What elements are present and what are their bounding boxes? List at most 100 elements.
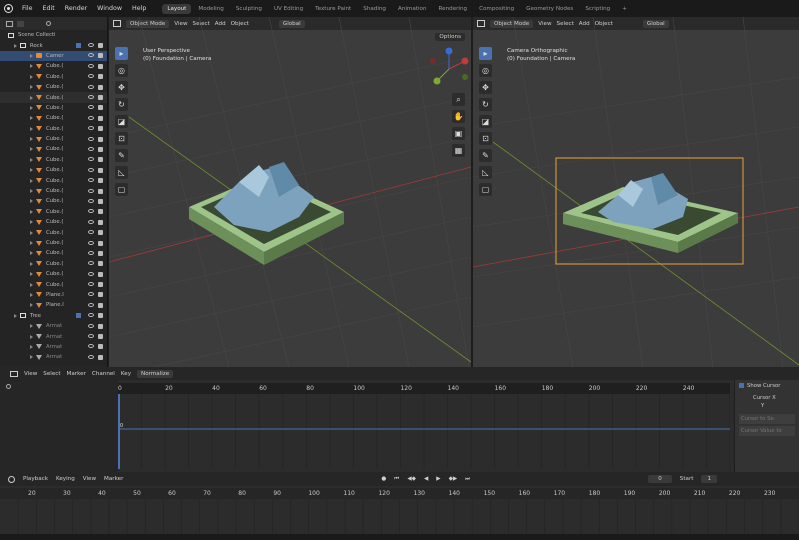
expand-arrow-icon[interactable] bbox=[30, 168, 33, 173]
eye-icon[interactable] bbox=[88, 230, 94, 235]
cursor-tool-icon[interactable]: ◎ bbox=[479, 64, 492, 77]
eye-icon[interactable] bbox=[88, 250, 94, 255]
expand-arrow-icon[interactable] bbox=[30, 303, 33, 308]
tab-scripting[interactable]: Scripting bbox=[580, 4, 615, 14]
eye-icon[interactable] bbox=[88, 95, 94, 100]
eye-icon[interactable] bbox=[88, 198, 94, 203]
render-camera-icon[interactable] bbox=[98, 105, 103, 111]
menu-channel[interactable]: Channel bbox=[92, 371, 115, 377]
expand-arrow-icon[interactable] bbox=[30, 157, 33, 162]
options-dropdown[interactable]: Options bbox=[435, 33, 465, 41]
expand-arrow-icon[interactable] bbox=[14, 43, 17, 48]
annotate-tool-icon[interactable]: ✎ bbox=[115, 149, 128, 162]
tab-layout[interactable]: Layout bbox=[162, 3, 192, 14]
expand-arrow-icon[interactable] bbox=[30, 261, 33, 266]
expand-arrow-icon[interactable] bbox=[30, 272, 33, 277]
rotate-tool-icon[interactable]: ↻ bbox=[115, 98, 128, 111]
cursor-value-button[interactable]: Cursor Value to bbox=[739, 426, 795, 436]
tab-rendering[interactable]: Rendering bbox=[434, 4, 473, 14]
next-key-icon[interactable]: ◆▶ bbox=[449, 476, 458, 482]
eye-icon[interactable] bbox=[88, 157, 94, 162]
eye-icon[interactable] bbox=[88, 188, 94, 193]
diorama-model[interactable] bbox=[563, 173, 738, 253]
tab-shading[interactable]: Shading bbox=[358, 4, 391, 14]
outliner-item-row[interactable]: Armat bbox=[0, 342, 107, 352]
expand-arrow-icon[interactable] bbox=[30, 241, 33, 245]
normalize-toggle[interactable]: Normalize bbox=[137, 369, 174, 378]
timeline[interactable]: 20 30 40 50 60 70 80 90 100 110 120 130 140 150 160 170… bbox=[0, 486, 799, 534]
outliner-item-row[interactable]: Armat bbox=[0, 331, 107, 341]
render-camera-icon[interactable] bbox=[98, 302, 103, 308]
eye-icon[interactable] bbox=[88, 43, 94, 48]
expand-arrow-icon[interactable] bbox=[30, 209, 33, 214]
measure-tool-icon[interactable]: ◺ bbox=[479, 166, 492, 179]
render-camera-icon[interactable] bbox=[98, 84, 103, 90]
eye-icon[interactable] bbox=[88, 74, 94, 79]
camera-view-icon[interactable]: ▣ bbox=[452, 127, 465, 140]
eye-icon[interactable] bbox=[88, 240, 94, 245]
editor-type-icon[interactable] bbox=[8, 475, 15, 483]
render-camera-icon[interactable] bbox=[98, 136, 103, 142]
expand-arrow-icon[interactable] bbox=[30, 105, 33, 110]
render-camera-icon[interactable] bbox=[98, 95, 103, 101]
eye-icon[interactable] bbox=[88, 261, 94, 266]
render-camera-icon[interactable] bbox=[98, 250, 103, 256]
eye-icon[interactable] bbox=[88, 178, 94, 183]
outliner-item-row[interactable]: Cube.( bbox=[0, 279, 107, 289]
collection-tree-row[interactable]: Tree bbox=[0, 311, 107, 321]
transform-tool-icon[interactable]: ⊡ bbox=[115, 132, 128, 145]
prev-key-icon[interactable]: ◀◆ bbox=[407, 476, 416, 482]
editor-type-icon[interactable] bbox=[10, 370, 18, 377]
outliner-item-row[interactable]: Cube.( bbox=[0, 82, 107, 92]
eye-icon[interactable] bbox=[88, 302, 94, 307]
eye-icon[interactable] bbox=[88, 323, 94, 328]
measure-tool-icon[interactable]: ◺ bbox=[115, 166, 128, 179]
pan-hand-icon[interactable]: ✋ bbox=[452, 110, 465, 123]
outliner-item-row[interactable]: Cube.( bbox=[0, 175, 107, 185]
render-camera-icon[interactable] bbox=[98, 271, 103, 277]
grid-icon[interactable]: ▦ bbox=[452, 144, 465, 157]
timeline-ruler[interactable]: 20 30 40 50 60 70 80 90 100 110 120 130 140 150 160 170… bbox=[0, 488, 799, 499]
graph-editor[interactable]: View Select Marker Channel Key Normalize… bbox=[0, 367, 799, 472]
eye-icon[interactable] bbox=[88, 344, 94, 349]
render-camera-icon[interactable] bbox=[98, 63, 103, 69]
render-camera-icon[interactable] bbox=[98, 334, 103, 340]
scale-tool-icon[interactable]: ◪ bbox=[115, 115, 128, 128]
menu-window[interactable]: Window bbox=[93, 5, 126, 12]
render-camera-icon[interactable] bbox=[98, 261, 103, 267]
start-frame-field[interactable]: 1 bbox=[701, 475, 718, 483]
graph-area[interactable] bbox=[118, 394, 730, 469]
jump-end-icon[interactable]: ⏭ bbox=[465, 476, 470, 483]
transform-tool-icon[interactable]: ⊡ bbox=[479, 132, 492, 145]
expand-arrow-icon[interactable] bbox=[30, 199, 33, 204]
expand-arrow-icon[interactable] bbox=[30, 334, 33, 339]
outliner-item-row[interactable]: Plane.l bbox=[0, 290, 107, 300]
eye-icon[interactable] bbox=[88, 313, 94, 318]
render-camera-icon[interactable] bbox=[98, 188, 103, 194]
play-icon[interactable]: ▶ bbox=[436, 476, 440, 482]
jump-start-icon[interactable]: ⏮ bbox=[394, 476, 399, 483]
outliner-item-row[interactable]: Plane.l bbox=[0, 300, 107, 310]
outliner-item-row[interactable]: Cube.( bbox=[0, 259, 107, 269]
menu-help[interactable]: Help bbox=[128, 5, 150, 12]
outliner-item-row[interactable]: Cube.( bbox=[0, 72, 107, 82]
diorama-model[interactable] bbox=[189, 162, 344, 265]
render-camera-icon[interactable] bbox=[98, 313, 103, 319]
render-camera-icon[interactable] bbox=[98, 198, 103, 204]
render-camera-icon[interactable] bbox=[98, 126, 103, 132]
record-icon[interactable]: ● bbox=[381, 476, 386, 482]
exclude-checkbox[interactable] bbox=[76, 43, 81, 49]
eye-icon[interactable] bbox=[88, 271, 94, 276]
render-camera-icon[interactable] bbox=[98, 167, 103, 173]
rotate-tool-icon[interactable]: ↻ bbox=[479, 98, 492, 111]
outliner-item-row[interactable]: Cube.( bbox=[0, 113, 107, 123]
eye-icon[interactable] bbox=[88, 84, 94, 89]
render-camera-icon[interactable] bbox=[98, 292, 103, 298]
expand-arrow-icon[interactable] bbox=[30, 147, 33, 152]
outliner-item-row[interactable]: Cube.( bbox=[0, 124, 107, 134]
scene-collection-row[interactable]: Scene Collecti bbox=[0, 30, 107, 40]
viewport-camera-orthographic[interactable]: Object Mode View Select Add Object Globa… bbox=[473, 17, 799, 367]
outliner-item-row[interactable]: Armat bbox=[0, 352, 107, 362]
render-camera-icon[interactable] bbox=[98, 146, 103, 152]
add-workspace-button[interactable]: + bbox=[617, 4, 632, 14]
